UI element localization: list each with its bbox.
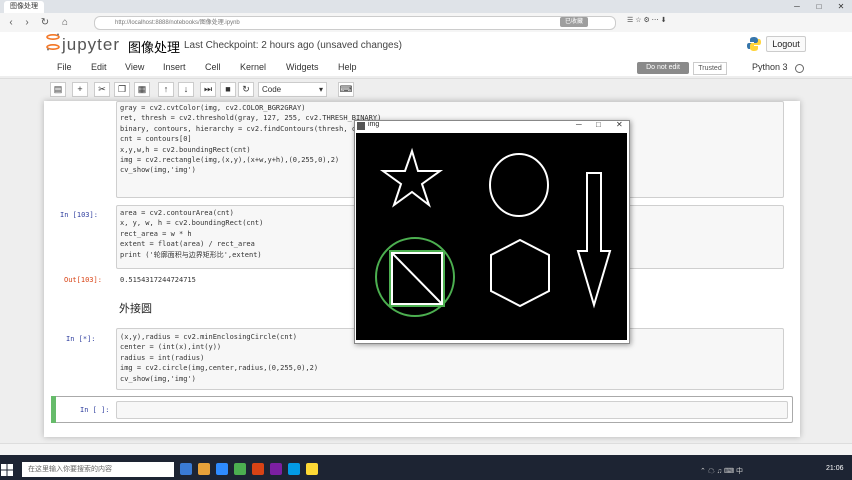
app-icon[interactable] xyxy=(270,463,282,475)
menu-help[interactable]: Help xyxy=(338,62,357,72)
cell-output: 0.5154317244724715 xyxy=(120,276,196,284)
menu-file[interactable]: File xyxy=(57,62,72,72)
ellipse-shape xyxy=(489,153,549,217)
hexagon-shape xyxy=(490,238,550,308)
window-close-icon[interactable]: ✕ xyxy=(616,120,623,129)
browser-toolbar-icons: ☰ ☆ ⚙ ⋯ ⬇ xyxy=(627,17,667,24)
menu-edit[interactable]: Edit xyxy=(91,62,107,72)
code-line: radius = int(radius) xyxy=(120,353,205,362)
browser-tab-bar xyxy=(0,0,852,13)
move-down-icon[interactable]: ↓ xyxy=(178,82,194,97)
output-prompt: Out[103]: xyxy=(64,276,102,284)
task-view-icon[interactable] xyxy=(180,463,192,475)
code-line: print ('轮廓面积与边界矩形比',extent) xyxy=(120,250,262,259)
move-up-icon[interactable]: ↑ xyxy=(158,82,174,97)
image-canvas xyxy=(356,133,627,340)
search-placeholder: 在这里输入你要搜索的内容 xyxy=(28,466,112,473)
jupyter-logo-text: jupyter xyxy=(62,35,121,54)
browser-tab[interactable]: 图像处理 xyxy=(4,1,44,13)
cut-icon[interactable]: ✂ xyxy=(94,82,110,97)
code-line: rect_area = w * h xyxy=(120,229,192,238)
app-icon[interactable] xyxy=(288,463,300,475)
cell-type-select[interactable]: Code ▾ xyxy=(258,82,327,97)
menu-cell[interactable]: Cell xyxy=(205,62,221,72)
bookmark-badge-label: 已收藏 xyxy=(564,19,583,25)
paste-icon[interactable]: ▦ xyxy=(134,82,150,97)
url-input[interactable]: http://localhost:8888/notebooks/图像处理.ipy… xyxy=(94,16,616,30)
url-text: http://localhost:8888/notebooks/图像处理.ipy… xyxy=(115,20,240,26)
bookmark-badge[interactable]: 已收藏 xyxy=(560,17,588,27)
selected-cell-indicator xyxy=(51,396,56,423)
code-line: x, y, w, h = cv2.boundingRect(cnt) xyxy=(120,219,264,228)
keyboard-icon[interactable]: ⌨ xyxy=(338,82,354,97)
code-line: cv_show(img,'img') xyxy=(120,374,196,383)
logout-label: Logout xyxy=(772,39,800,49)
kernel-status-icon xyxy=(795,64,804,73)
menu-kernel[interactable]: Kernel xyxy=(240,62,266,72)
taskbar-clock[interactable]: 21:06 xyxy=(826,465,844,472)
code-block: (x,y),radius = cv2.minEnclosingCircle(cn… xyxy=(120,332,318,384)
code-line: extent = float(area) / rect_area xyxy=(120,240,255,249)
arrow-shape xyxy=(576,172,612,309)
maximize-window-button[interactable]: □ xyxy=(808,0,830,13)
save-icon[interactable]: ▤ xyxy=(50,82,66,97)
notebook-title[interactable]: 图像处理 xyxy=(128,37,180,56)
reload-icon[interactable]: ↻ xyxy=(38,16,52,29)
menu-insert[interactable]: Insert xyxy=(163,62,186,72)
diagonal-line xyxy=(391,252,443,305)
app-icon[interactable] xyxy=(306,463,318,475)
chevron-down-icon: ▾ xyxy=(318,85,323,94)
taskbar-search-input[interactable]: 在这里输入你要搜索的内容 xyxy=(22,462,174,477)
input-prompt: In [103]: xyxy=(60,211,98,219)
restart-icon[interactable]: ↻ xyxy=(238,82,254,97)
home-icon[interactable]: ⌂ xyxy=(58,16,72,29)
code-line: img = cv2.circle(img,center,radius,(0,25… xyxy=(120,364,319,373)
browser-tab-title: 图像处理 xyxy=(10,3,38,10)
jupyter-logo-icon[interactable] xyxy=(46,33,60,51)
code-line: (x,y),radius = cv2.minEnclosingCircle(cn… xyxy=(120,333,298,341)
markdown-heading[interactable]: 外接圆 xyxy=(119,300,152,316)
back-icon[interactable]: ‹ xyxy=(4,16,18,29)
cell-type-value: Code xyxy=(262,85,282,94)
app-icon[interactable] xyxy=(252,463,264,475)
system-tray-icons[interactable]: ⌃ ☁ ♫ ⌨ 中 xyxy=(700,466,743,476)
kernel-name: Python 3 xyxy=(752,62,788,72)
trusted-indicator[interactable]: Trusted xyxy=(693,62,727,75)
window-maximize-icon[interactable]: □ xyxy=(596,120,601,129)
code-line: center = (int(x),int(y)) xyxy=(120,343,222,352)
close-window-button[interactable]: ✕ xyxy=(830,0,852,13)
file-explorer-icon[interactable] xyxy=(198,463,210,475)
stop-icon[interactable]: ■ xyxy=(220,82,236,97)
forward-icon[interactable]: › xyxy=(20,16,34,29)
star-shape xyxy=(379,147,444,208)
code-line: gray = cv2.cvtColor(img, cv2.COLOR_BGR2G… xyxy=(120,104,306,112)
app-icon[interactable] xyxy=(234,463,246,475)
logout-button[interactable]: Logout xyxy=(766,36,806,52)
kernel-status-badge: Do not edit xyxy=(637,62,689,74)
windows-start-icon[interactable] xyxy=(0,463,14,477)
contour-image xyxy=(375,147,612,317)
image-window-title: img xyxy=(368,121,380,128)
code-cell-input[interactable] xyxy=(116,401,788,419)
menu-view[interactable]: View xyxy=(125,62,144,72)
checkpoint-status: Last Checkpoint: 2 hours ago (unsaved ch… xyxy=(184,40,402,51)
run-icon[interactable]: ⏭ xyxy=(200,82,216,97)
window-icon xyxy=(357,122,365,130)
minimize-window-button[interactable]: ─ xyxy=(786,0,808,13)
code-block: area = cv2.contourArea(cnt) x, y, w, h =… xyxy=(120,208,263,260)
copy-icon[interactable]: ❐ xyxy=(114,82,130,97)
code-line: area = cv2.contourArea(cnt) xyxy=(120,209,234,217)
edge-icon[interactable] xyxy=(216,463,228,475)
python-logo-icon xyxy=(747,37,761,51)
input-prompt: In [ ]: xyxy=(80,406,110,414)
menu-widgets[interactable]: Widgets xyxy=(286,62,319,72)
input-prompt: In [*]: xyxy=(66,335,96,343)
add-cell-icon[interactable]: + xyxy=(72,82,88,97)
window-minimize-icon[interactable]: ─ xyxy=(576,120,582,129)
